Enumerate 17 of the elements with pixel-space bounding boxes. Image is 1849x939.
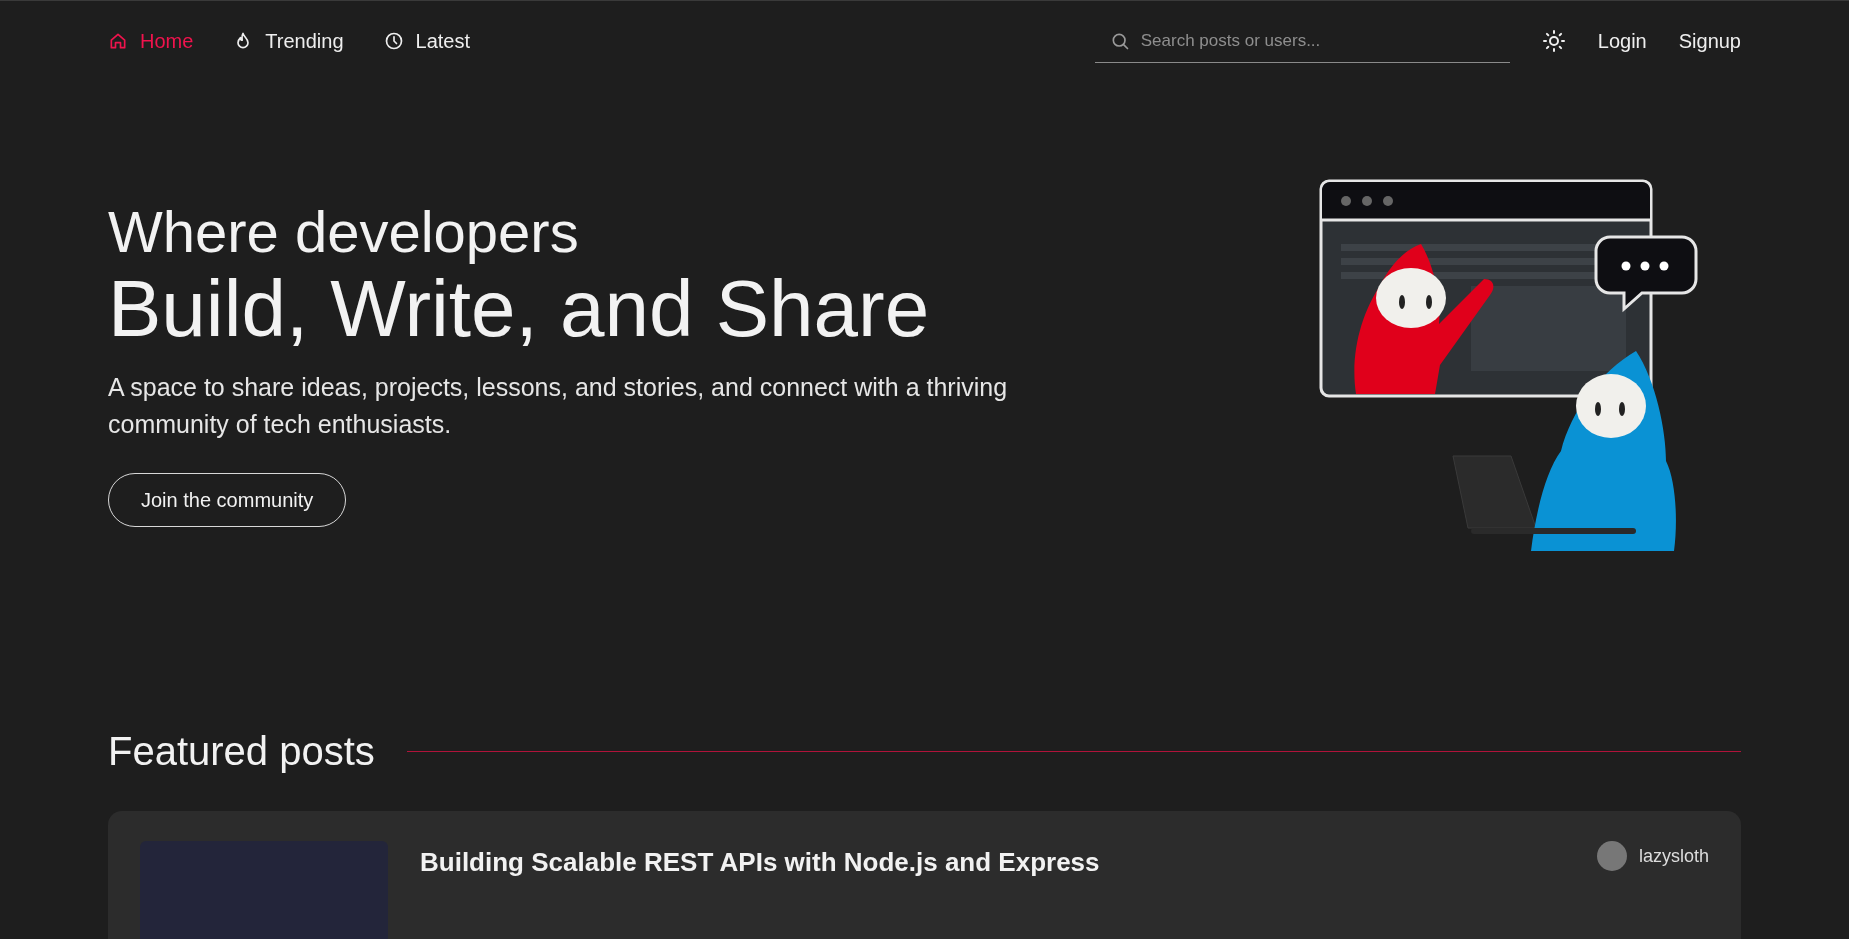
nav-link[interactable]: Trending — [233, 26, 344, 56]
post-title: Building Scalable REST APIs with Node.js and Express — [420, 846, 1100, 879]
search-field[interactable]: Search posts or users... — [1094, 19, 1510, 63]
home-icon — [108, 31, 128, 51]
auth-link[interactable]: Login — [1597, 26, 1647, 56]
auth-link[interactable]: Signup — [1678, 26, 1741, 56]
post-card[interactable]: Building Scalable REST APIs with Node.js and Express lazysloth — [108, 811, 1741, 939]
hero-description: A space to share ideas, projects, lessons, and stories, and connect with a thriving community of tech enthusiasts. — [108, 372, 1009, 440]
hero-headline: Build, Write, and Share — [108, 265, 931, 353]
nav-link[interactable]: Latest — [383, 26, 471, 56]
clock-icon — [383, 31, 404, 51]
hero-kicker: Where developers — [108, 199, 580, 265]
avatar — [1596, 841, 1627, 871]
author-name: lazysloth — [1638, 844, 1709, 868]
theme-toggle-icon[interactable] — [1541, 29, 1566, 53]
section-title: Featured posts — [108, 728, 375, 775]
nav-link[interactable]: Home — [108, 26, 194, 56]
